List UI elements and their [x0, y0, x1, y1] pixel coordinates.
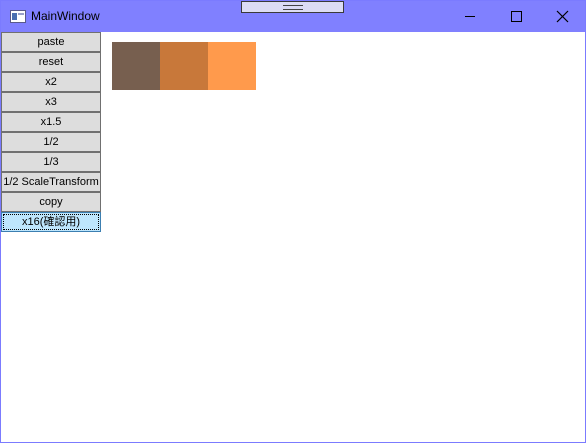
- 1-2-button[interactable]: 1/2: [1, 132, 101, 152]
- color-swatch-2: [160, 42, 208, 90]
- app-icon: [10, 10, 26, 23]
- button-panel: paste reset x2 x3 x1.5 1/2 1/3 1/2 ScaleTransfo…: [1, 32, 101, 232]
- main-window: MainWindow paste reset x2 x3 x1.5 1/2 1/3 1/2 S…: [0, 0, 586, 443]
- close-icon: [556, 10, 569, 23]
- window-title: MainWindow: [31, 9, 100, 23]
- title-bar[interactable]: MainWindow: [1, 1, 585, 32]
- color-swatch-3: [208, 42, 256, 90]
- x3-button[interactable]: x3: [1, 92, 101, 112]
- copy-button[interactable]: copy: [1, 192, 101, 212]
- color-swatch-1: [112, 42, 160, 90]
- maximize-icon: [511, 11, 522, 22]
- paste-button[interactable]: paste: [1, 32, 101, 52]
- minimize-button[interactable]: [447, 1, 493, 32]
- 1-3-button[interactable]: 1/3: [1, 152, 101, 172]
- drag-grip-handle[interactable]: [241, 1, 344, 13]
- color-image: [112, 42, 256, 90]
- reset-button[interactable]: reset: [1, 52, 101, 72]
- x1-5-button[interactable]: x1.5: [1, 112, 101, 132]
- x16-button[interactable]: x16(確認用): [1, 212, 101, 232]
- x2-button[interactable]: x2: [1, 72, 101, 92]
- maximize-button[interactable]: [493, 1, 539, 32]
- minimize-icon: [465, 16, 475, 17]
- grip-lines-icon: [283, 5, 303, 10]
- 1-2-scaletransform-button[interactable]: 1/2 ScaleTransform: [1, 172, 101, 192]
- close-button[interactable]: [539, 1, 585, 32]
